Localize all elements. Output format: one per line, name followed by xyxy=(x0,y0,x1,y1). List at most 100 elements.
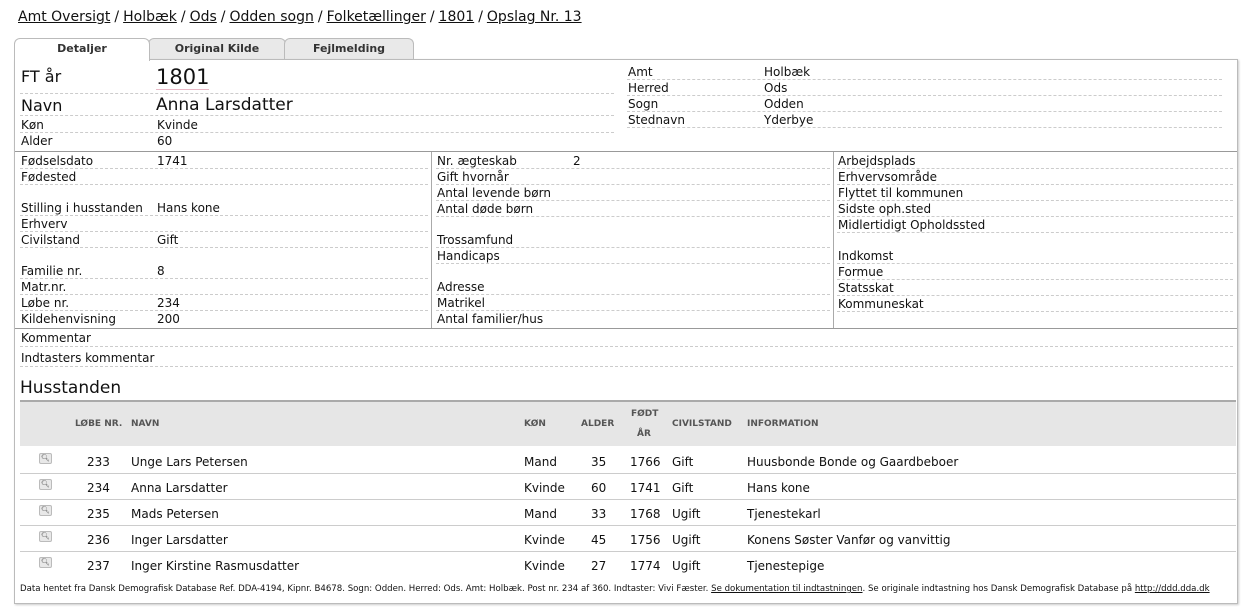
lobe-value: 234 xyxy=(157,296,180,310)
table-row[interactable]: 🔍︎ 233 Unge Lars Petersen Mand 35 1766 G… xyxy=(20,448,1236,474)
married-when-label: Gift hvornår xyxy=(437,170,509,184)
row-lobe: 237 xyxy=(87,559,110,573)
row-gender: Kvinde xyxy=(524,533,565,547)
wealth-label: Formue xyxy=(838,265,884,279)
gender-label: Køn xyxy=(21,118,44,132)
footer-source-note: Data hentet fra Dansk Demografisk Databa… xyxy=(20,584,1210,594)
magnifier-icon[interactable]: 🔍︎ xyxy=(39,531,52,542)
row-name: Inger Kirstine Rasmusdatter xyxy=(131,559,300,573)
families-label: Antal familier/hus xyxy=(437,312,544,326)
stednavn-label: Stednavn xyxy=(628,113,685,127)
source-label: Kildehenvisning xyxy=(21,312,116,326)
breadcrumb-1801[interactable]: 1801 xyxy=(439,9,475,25)
tab-original-kilde[interactable]: Original Kilde xyxy=(148,38,286,59)
col-header-born-2[interactable]: ÅR xyxy=(637,429,651,439)
row-age: 35 xyxy=(591,455,607,469)
row-info: Konens Søster Vanfør og vanvittig xyxy=(747,533,951,547)
comment-label: Kommentar xyxy=(21,331,91,345)
breadcrumb-folketaellinger[interactable]: Folketællinger xyxy=(327,9,426,25)
row-gender: Kvinde xyxy=(524,481,565,495)
dead-children-label: Antal døde børn xyxy=(437,202,534,216)
birthdate-value: 1741 xyxy=(157,154,188,168)
stednavn-value: Yderbye xyxy=(764,113,814,127)
name-value: Anna Larsdatter xyxy=(156,95,293,115)
col-header-info[interactable]: INFORMATION xyxy=(747,419,819,429)
name-label: Navn xyxy=(21,96,63,115)
marriage-value: 2 xyxy=(573,154,581,168)
birthplace-label: Fødested xyxy=(21,170,77,184)
position-label: Stilling i husstanden xyxy=(21,201,143,215)
table-row[interactable]: 🔍︎ 235 Mads Petersen Mand 33 1768 Ugift … xyxy=(20,500,1236,526)
herred-value: Ods xyxy=(764,81,788,95)
table-row[interactable]: 🔍︎ 237 Inger Kirstine Rasmusdatter Kvind… xyxy=(20,552,1236,577)
breadcrumb-opslag[interactable]: Opslag Nr. 13 xyxy=(487,9,582,25)
position-value: Hans kone xyxy=(157,201,220,215)
occupation-label: Erhverv xyxy=(21,217,68,231)
magnifier-icon[interactable]: 🔍︎ xyxy=(39,505,52,516)
row-lobe: 235 xyxy=(87,507,110,521)
row-age: 45 xyxy=(591,533,607,547)
col-header-born-1[interactable]: FØDT xyxy=(631,409,658,419)
row-age: 33 xyxy=(591,507,607,521)
lobe-label: Løbe nr. xyxy=(21,296,70,310)
civil-value: Gift xyxy=(157,233,179,247)
row-gender: Mand xyxy=(524,455,557,469)
indtaster-comment-label: Indtasters kommentar xyxy=(21,351,155,365)
gender-value: Kvinde xyxy=(157,118,198,132)
table-row[interactable]: 🔍︎ 236 Inger Larsdatter Kvinde 45 1756 U… xyxy=(20,526,1236,552)
marriage-label: Nr. ægteskab xyxy=(437,154,517,168)
row-lobe: 234 xyxy=(87,481,110,495)
last-residence-label: Sidste oph.sted xyxy=(838,202,932,216)
tab-detaljer[interactable]: Detaljer xyxy=(14,38,150,61)
col-header-age[interactable]: ALDER xyxy=(581,419,614,429)
muni-tax-label: Kommuneskat xyxy=(838,297,924,311)
row-born: 1756 xyxy=(630,533,661,547)
income-label: Indkomst xyxy=(838,249,894,263)
household-title: Husstanden xyxy=(20,378,122,398)
breadcrumb-amt-oversigt[interactable]: Amt Oversigt xyxy=(18,9,110,25)
breadcrumb: Amt Oversigt / Holbæk / Ods / Odden sogn / Folke… xyxy=(18,9,582,25)
ft-year-label: FT år xyxy=(21,67,62,86)
family-value: 8 xyxy=(157,264,165,278)
row-age: 60 xyxy=(591,481,607,495)
row-name: Anna Larsdatter xyxy=(131,481,228,495)
source-value: 200 xyxy=(157,312,180,326)
row-born: 1774 xyxy=(630,559,661,573)
row-civil: Ugift xyxy=(672,559,701,573)
household-table: LØBE NR. NAVN KØN ALDER FØDT ÅR CIVILSTA… xyxy=(20,400,1236,577)
magnifier-icon[interactable]: 🔍︎ xyxy=(39,453,52,464)
age-value: 60 xyxy=(157,134,173,148)
age-label: Alder xyxy=(21,134,53,148)
row-lobe: 236 xyxy=(87,533,110,547)
table-row[interactable]: 🔍︎ 234 Anna Larsdatter Kvinde 60 1741 Gi… xyxy=(20,474,1236,500)
row-born: 1741 xyxy=(630,481,661,495)
row-age: 27 xyxy=(591,559,607,573)
birthdate-label: Fødselsdato xyxy=(21,154,94,168)
tab-fejlmelding[interactable]: Fejlmelding xyxy=(284,38,414,59)
amt-value: Holbæk xyxy=(764,65,811,79)
row-gender: Kvinde xyxy=(524,559,565,573)
religion-label: Trossamfund xyxy=(437,233,514,247)
footer-text-2: . Se originale indtastning hos Dansk Dem… xyxy=(862,584,1135,594)
table-header: LØBE NR. NAVN KØN ALDER FØDT ÅR CIVILSTA… xyxy=(20,402,1236,446)
business-label: Erhvervsområde xyxy=(838,170,937,184)
row-civil: Ugift xyxy=(672,533,701,547)
breadcrumb-ods[interactable]: Ods xyxy=(190,9,217,25)
ddd-link[interactable]: http://ddd.dda.dk xyxy=(1135,584,1210,594)
ft-year-value: 1801 xyxy=(156,65,210,90)
documentation-link[interactable]: Se dokumentation til indtastningen xyxy=(711,584,862,594)
breadcrumb-holbaek[interactable]: Holbæk xyxy=(123,9,177,25)
breadcrumb-odden-sogn[interactable]: Odden sogn xyxy=(229,9,313,25)
magnifier-icon[interactable]: 🔍︎ xyxy=(39,557,52,568)
row-lobe: 233 xyxy=(87,455,110,469)
col-header-civil[interactable]: CIVILSTAND xyxy=(672,419,732,429)
row-info: Tjenestekarl xyxy=(747,507,821,521)
magnifier-icon[interactable]: 🔍︎ xyxy=(39,479,52,490)
herred-label: Herred xyxy=(628,81,669,95)
row-name: Mads Petersen xyxy=(131,507,219,521)
col-header-name[interactable]: NAVN xyxy=(131,419,159,429)
col-header-lobe[interactable]: LØBE NR. xyxy=(75,419,122,429)
row-name: Inger Larsdatter xyxy=(131,533,228,547)
col-header-gender[interactable]: KØN xyxy=(524,419,546,429)
family-label: Familie nr. xyxy=(21,264,83,278)
